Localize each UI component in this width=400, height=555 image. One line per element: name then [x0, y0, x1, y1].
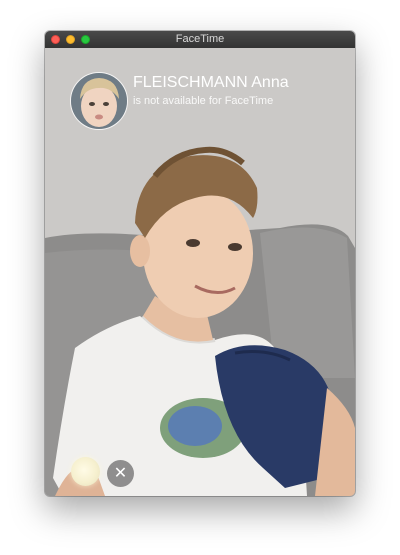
camera-preview: FLEISCHMANN Anna is not available for Fa…: [45, 48, 355, 496]
cancel-button[interactable]: ✕: [107, 460, 134, 487]
caller-name: FLEISCHMANN Anna: [133, 74, 289, 91]
close-icon: ✕: [113, 465, 128, 482]
caller-avatar: [70, 72, 128, 130]
window-title: FaceTime: [175, 33, 225, 45]
title-bar[interactable]: FaceTime: [45, 31, 355, 49]
caller-avatar-image: [71, 73, 127, 129]
call-back-button[interactable]: [71, 457, 100, 486]
facetime-window: FaceTime FLEISCHMANN Anna is not availab…: [45, 31, 355, 496]
caller-info: FLEISCHMANN Anna is not available for Fa…: [133, 74, 289, 107]
caller-status: is not available for FaceTime: [133, 95, 274, 107]
